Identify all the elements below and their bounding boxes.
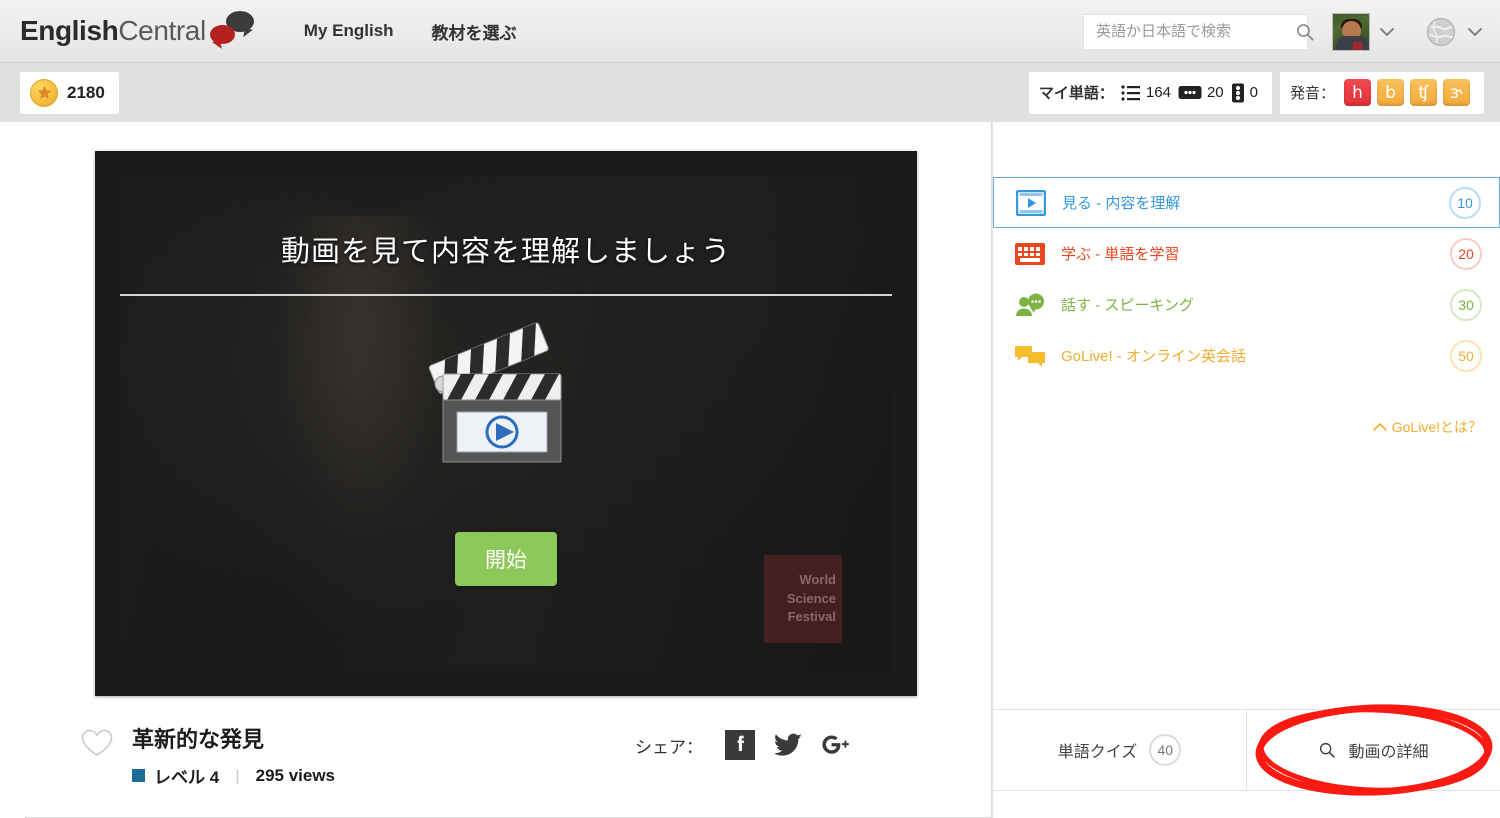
my-words-label: マイ単語： bbox=[1038, 85, 1114, 102]
phoneme-tile-h[interactable]: h bbox=[1344, 79, 1371, 106]
word-quiz-label: 単語クイズ bbox=[1057, 744, 1138, 761]
golive-info-label: GoLive!とは？ bbox=[1391, 419, 1482, 435]
overlay-divider bbox=[120, 294, 892, 296]
search-box[interactable] bbox=[1083, 13, 1314, 50]
activity-points-watch: 10 bbox=[1449, 186, 1481, 219]
logo-text: EnglishCentral bbox=[20, 15, 206, 47]
activity-label-learn: 学ぶ - 単語を学習 bbox=[1061, 246, 1180, 263]
word-list-stat[interactable]: 164 bbox=[1121, 84, 1171, 102]
avatar[interactable] bbox=[1332, 12, 1370, 51]
search-input[interactable] bbox=[1096, 23, 1295, 40]
sidebar-bottom-bar: 単語クイズ 40 動画の詳細 bbox=[993, 704, 1500, 796]
activity-row-learn[interactable]: 学ぶ - 単語を学習 20 bbox=[993, 228, 1500, 279]
globe-icon[interactable] bbox=[1424, 15, 1458, 49]
twitter-icon[interactable] bbox=[773, 732, 803, 758]
facebook-icon[interactable] bbox=[725, 730, 755, 760]
video-overlay-title: 動画を見て内容を理解しましょう bbox=[280, 236, 731, 268]
heart-outline-icon[interactable] bbox=[80, 728, 114, 758]
googleplus-icon[interactable] bbox=[821, 731, 851, 759]
clapperboard-play-icon[interactable] bbox=[421, 316, 591, 481]
pronunciation-label: 発音： bbox=[1289, 85, 1335, 102]
search-icon[interactable] bbox=[1295, 22, 1315, 42]
activity-row-watch[interactable]: 見る - 内容を理解 10 bbox=[993, 177, 1500, 228]
level-indicator-square bbox=[132, 769, 145, 782]
my-words-card[interactable]: マイ単語： 164 20 0 bbox=[1028, 71, 1272, 114]
golive-info-link[interactable]: GoLive!とは？ bbox=[1372, 417, 1482, 437]
stats-right-cluster: マイ単語： 164 20 0 発音： h b ʧ ɝ bbox=[1028, 71, 1484, 114]
page-body: 動画を見て内容を理解しましょう 開始 World Science Festiva… bbox=[0, 122, 1500, 818]
video-stage[interactable]: 動画を見て内容を理解しましょう 開始 World Science Festiva… bbox=[120, 176, 892, 671]
watermark-line-1: World bbox=[799, 571, 836, 587]
site-logo[interactable]: EnglishCentral bbox=[20, 11, 256, 51]
share-group: シェア： bbox=[635, 730, 851, 760]
watermark-line-2: Science bbox=[786, 590, 836, 606]
share-label: シェア： bbox=[635, 737, 703, 757]
traffic-light-icon bbox=[1231, 83, 1244, 102]
pronunciation-card[interactable]: 発音： h b ʧ ɝ bbox=[1279, 71, 1484, 114]
phoneme-tile-er[interactable]: ɝ bbox=[1443, 79, 1470, 106]
main-nav: My English 教材を選ぶ bbox=[304, 19, 517, 44]
chevron-down-icon[interactable] bbox=[1376, 21, 1398, 43]
meta-separator: | bbox=[235, 765, 240, 785]
word-list-count: 164 bbox=[1145, 84, 1171, 101]
activity-label-speak: 話す - スピーキング bbox=[1061, 297, 1194, 314]
nav-item-choose-material[interactable]: 教材を選ぶ bbox=[432, 19, 517, 44]
phoneme-tile-ch[interactable]: ʧ bbox=[1410, 79, 1437, 106]
word-quiz-points: 40 bbox=[1149, 734, 1182, 766]
video-title: 革新的な発見 bbox=[132, 727, 265, 752]
speaking-person-icon bbox=[1015, 293, 1049, 317]
language-menu[interactable] bbox=[1424, 15, 1486, 49]
chevron-down-icon[interactable] bbox=[1464, 21, 1486, 43]
user-menu[interactable] bbox=[1332, 12, 1398, 51]
film-play-icon bbox=[1016, 189, 1050, 216]
logo-text-light: Central bbox=[118, 15, 206, 46]
search-icon bbox=[1320, 742, 1336, 758]
keyboard-icon bbox=[1015, 242, 1049, 265]
video-meta-row: 革新的な発見 レベル 4 | 295 views シェア： bbox=[80, 722, 931, 788]
video-meta-text: 革新的な発見 レベル 4 | 295 views bbox=[132, 722, 335, 788]
watermark-line-3: Festival bbox=[787, 609, 836, 625]
activity-row-golive[interactable]: GoLive! - オンライン英会話 50 bbox=[993, 330, 1500, 381]
chevron-up-icon bbox=[1372, 422, 1387, 431]
header-right-cluster bbox=[1083, 0, 1486, 63]
chat-bubbles-icon bbox=[1015, 344, 1049, 368]
logo-text-bold: English bbox=[20, 15, 119, 46]
flashcard-icon bbox=[1178, 86, 1202, 99]
activity-points-speak: 30 bbox=[1450, 288, 1482, 321]
activity-row-speak[interactable]: 話す - スピーキング 30 bbox=[993, 279, 1500, 330]
flashcard-stat[interactable]: 20 bbox=[1178, 84, 1224, 101]
video-watermark: World Science Festival bbox=[764, 555, 842, 643]
activity-label-golive: GoLive! - オンライン英会話 bbox=[1061, 348, 1247, 365]
video-subinfo: レベル 4 | 295 views bbox=[132, 763, 335, 788]
stats-bar: 2180 マイ単語： 164 20 0 発音： h b ʧ ɝ bbox=[0, 63, 1500, 122]
phoneme-tiles: h b ʧ ɝ bbox=[1344, 79, 1470, 106]
traffic-light-count: 0 bbox=[1249, 84, 1258, 101]
activity-label-watch: 見る - 内容を理解 bbox=[1062, 195, 1181, 212]
word-list-icon bbox=[1121, 84, 1140, 101]
activity-list: 見る - 内容を理解 10 学ぶ - 単語を学習 20 話す - スピーキング … bbox=[993, 177, 1500, 381]
nav-item-my-english[interactable]: My English bbox=[304, 21, 394, 41]
video-detail-label: 動画の詳細 bbox=[1348, 744, 1429, 761]
activity-points-learn: 20 bbox=[1450, 237, 1482, 270]
activity-points-golive: 50 bbox=[1450, 339, 1482, 372]
video-level: レベル 4 bbox=[154, 768, 220, 787]
phoneme-tile-b[interactable]: b bbox=[1377, 79, 1404, 106]
traffic-light-stat[interactable]: 0 bbox=[1231, 83, 1258, 103]
star-coin-icon bbox=[30, 78, 58, 107]
word-quiz-button[interactable]: 単語クイズ 40 bbox=[993, 710, 1246, 790]
start-button[interactable]: 開始 bbox=[455, 532, 557, 586]
site-header: EnglishCentral My English 教材を選ぶ bbox=[0, 0, 1500, 63]
points-value: 2180 bbox=[67, 82, 105, 102]
main-content: 動画を見て内容を理解しましょう 開始 World Science Festiva… bbox=[0, 122, 992, 818]
video-player[interactable]: 動画を見て内容を理解しましょう 開始 World Science Festiva… bbox=[95, 151, 917, 696]
video-detail-button[interactable]: 動画の詳細 bbox=[1246, 704, 1500, 796]
speech-bubbles-icon bbox=[208, 11, 256, 51]
activity-sidebar: 見る - 内容を理解 10 学ぶ - 単語を学習 20 話す - スピーキング … bbox=[992, 122, 1500, 818]
points-badge[interactable]: 2180 bbox=[20, 71, 119, 114]
video-views: 295 views bbox=[255, 765, 336, 785]
flashcard-count: 20 bbox=[1206, 84, 1224, 101]
